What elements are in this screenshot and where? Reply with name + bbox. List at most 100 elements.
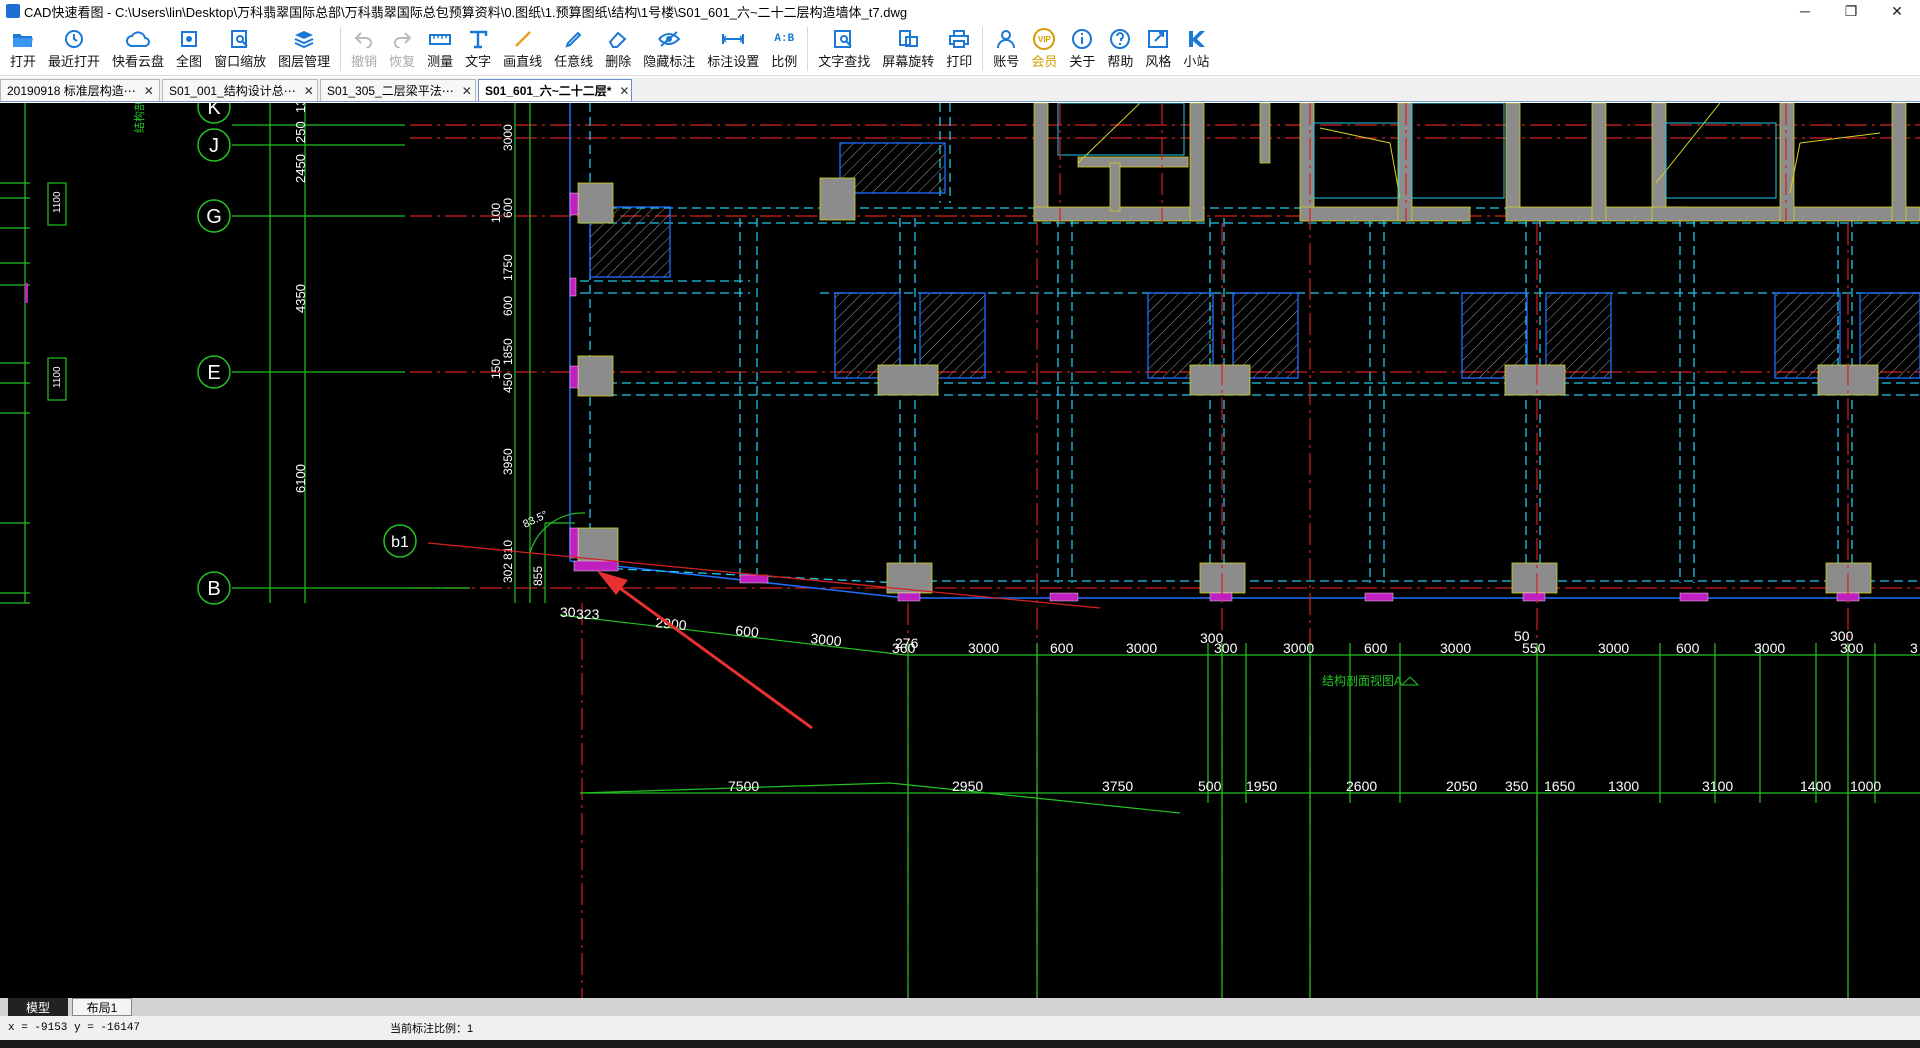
eraser-icon <box>607 27 629 51</box>
erase-label: 删除 <box>605 54 632 69</box>
drawing-canvas[interactable]: K J G E B b1 1300 250 2450 4350 6100 300… <box>0 103 1920 998</box>
grid-bubbles <box>197 103 231 605</box>
dim-text: 3000 <box>501 124 515 151</box>
dim-text: 3000 <box>1283 640 1314 656</box>
pencil-icon <box>564 27 584 51</box>
style-label: 风格 <box>1145 54 1172 69</box>
line-icon <box>513 27 533 51</box>
style-button[interactable]: 风格 <box>1145 22 1171 76</box>
cloud-button[interactable]: 快看云盘 <box>112 22 164 76</box>
sheet-tab-layout1[interactable]: 布局1 <box>72 998 132 1016</box>
cloud-label: 快看云盘 <box>112 54 165 69</box>
tab-doc-2[interactable]: S01_001_结构设计总⋯ ✕ <box>162 79 318 101</box>
print-button[interactable]: 打印 <box>946 22 972 76</box>
dim-text: 3000 <box>1598 640 1629 656</box>
help-label: 帮助 <box>1107 54 1134 69</box>
left-dimension-texts: 1300 250 2450 4350 6100 <box>293 103 308 493</box>
line-button[interactable]: 画直线 <box>503 22 542 76</box>
account-button[interactable]: 账号 <box>993 22 1019 76</box>
line-label: 画直线 <box>503 54 543 69</box>
dim-text: 1400 <box>1800 778 1831 794</box>
dim-text: 300 <box>1840 640 1864 656</box>
tab-close-icon[interactable]: ✕ <box>462 84 472 98</box>
dim-text: 30 <box>560 604 576 620</box>
measure-button[interactable]: 测量 <box>427 22 453 76</box>
recent-button[interactable]: 最近打开 <box>48 22 100 76</box>
freehand-button[interactable]: 任意线 <box>554 22 593 76</box>
bottom-dimension-texts: 360 3000 600 3000 300 300 3000 600 3000 … <box>892 628 1918 656</box>
help-button[interactable]: 帮助 <box>1107 22 1133 76</box>
minimize-button[interactable]: ─ <box>1782 0 1828 22</box>
tab-close-icon[interactable]: ✕ <box>619 84 629 98</box>
ratio-button[interactable]: A:B 比例 <box>771 22 797 76</box>
member-button[interactable]: VIP 会员 <box>1031 22 1057 76</box>
layers-button[interactable]: 图层管理 <box>278 22 330 76</box>
redo-button[interactable]: 恢复 <box>389 22 415 76</box>
dim-text: 3950 <box>501 448 515 475</box>
dim-text: 600 <box>1364 640 1388 656</box>
erase-button[interactable]: 删除 <box>605 22 631 76</box>
dim-text: 600 <box>1050 640 1074 656</box>
cursor-coordinates: x = -9153 y = -16147 <box>8 1022 141 1034</box>
dim-text: 1300 <box>293 103 308 113</box>
maximize-button[interactable]: ❐ <box>1828 0 1874 22</box>
dim-text: 3000 <box>810 630 843 649</box>
open-button[interactable]: 打开 <box>10 22 36 76</box>
dim-text: 2050 <box>1446 778 1477 794</box>
dim-text: 3000 <box>968 640 999 656</box>
tab-label: S01_601_六~二十二层* <box>485 84 612 98</box>
text-search-label: 文字查找 <box>818 54 871 69</box>
title-bar: CAD快速看图 - C:\Users\lin\Desktop\万科翡翠国际总部\… <box>0 0 1920 22</box>
section-marker-icon <box>1400 676 1420 686</box>
dim-text: 3000 <box>1754 640 1785 656</box>
vip-icon: VIP <box>1033 27 1056 51</box>
open-label: 打开 <box>10 54 37 69</box>
elev-text: 1100 <box>52 191 63 213</box>
account-label: 账号 <box>993 54 1020 69</box>
text-search-button[interactable]: 文字查找 <box>818 22 870 76</box>
text-button[interactable]: 文字 <box>465 22 491 76</box>
hide-dim-label: 隐藏标注 <box>643 54 696 69</box>
site-label: 小站 <box>1183 54 1210 69</box>
ratio-label: 比例 <box>771 54 798 69</box>
grid-label-g: G <box>206 206 222 228</box>
taskbar-strip <box>0 1040 1920 1048</box>
rotate-button[interactable]: 屏幕旋转 <box>882 22 934 76</box>
tab-close-icon[interactable]: ✕ <box>144 84 154 98</box>
core-walls <box>1033 103 1920 222</box>
close-button[interactable]: ✕ <box>1874 0 1920 22</box>
dim-text: 2450 <box>293 154 308 183</box>
window-title: CAD快速看图 - C:\Users\lin\Desktop\万科翡翠国际总部\… <box>24 4 908 20</box>
hatched-walls <box>589 142 1920 379</box>
dim-text: 360 <box>892 640 916 656</box>
hide-dim-button[interactable]: 隐藏标注 <box>643 22 695 76</box>
dim-text: 550 <box>1522 640 1546 656</box>
dim-text: 1000 <box>1850 778 1881 794</box>
vertical-note: 结构剖面视图B <box>132 103 146 133</box>
dim-text: 2600 <box>1346 778 1377 794</box>
dim-settings-button[interactable]: 标注设置 <box>707 22 759 76</box>
red-section-line <box>427 542 1101 609</box>
tab-close-icon[interactable]: ✕ <box>304 84 314 98</box>
tab-doc-1[interactable]: 20190918 标准层构造⋯ ✕ <box>0 79 160 101</box>
elev-text: 1100 <box>52 366 63 388</box>
dim-text: 3100 <box>1702 778 1733 794</box>
full-view-button[interactable]: 全图 <box>176 22 202 76</box>
screen-rotate-icon <box>897 27 919 51</box>
dim-text: 1650 <box>1544 778 1575 794</box>
sheet-tab-model[interactable]: 模型 <box>8 998 68 1016</box>
user-icon <box>996 27 1016 51</box>
undo-button[interactable]: 撤销 <box>351 22 377 76</box>
about-button[interactable]: 关于 <box>1069 22 1095 76</box>
info-icon <box>1071 27 1093 51</box>
cloud-icon <box>126 27 151 51</box>
recent-label: 最近打开 <box>48 54 101 69</box>
tab-doc-3[interactable]: S01_305_二层梁平法⋯ ✕ <box>320 79 476 101</box>
expand-icon <box>179 27 199 51</box>
site-button[interactable]: 小站 <box>1183 22 1209 76</box>
tab-doc-4[interactable]: S01_601_六~二十二层* ✕ <box>478 79 632 101</box>
dim-text: 3000 <box>1126 640 1157 656</box>
tab-label: 20190918 标准层构造⋯ <box>7 84 136 98</box>
grid-label-b: B <box>207 578 220 600</box>
window-zoom-button[interactable]: 窗口缩放 <box>214 22 266 76</box>
